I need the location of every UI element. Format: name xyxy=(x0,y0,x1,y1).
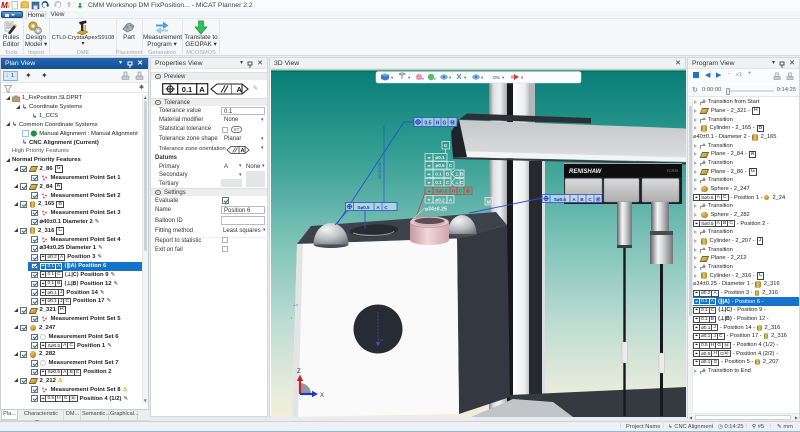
svg-text:Z: Z xyxy=(297,369,301,375)
svg-text:⌖: ⌖ xyxy=(427,172,431,178)
svg-text:A: A xyxy=(199,85,205,94)
svg-text:G: G xyxy=(443,121,447,127)
svg-text:M: M xyxy=(487,200,491,206)
svg-text:0%: 0% xyxy=(493,75,501,81)
svg-text:S⌀0.5: S⌀0.5 xyxy=(554,197,567,202)
svg-text:⌖: ⌖ xyxy=(427,180,431,186)
svg-text:A: A xyxy=(237,85,243,94)
svg-text:W0.5HGM: W0.5HGM xyxy=(378,162,382,179)
svg-text:X: X xyxy=(320,393,324,399)
svg-text:S⌀0.5: S⌀0.5 xyxy=(435,189,448,194)
svg-text:⌖: ⌖ xyxy=(427,198,431,204)
svg-text:▾: ▾ xyxy=(434,77,436,81)
svg-text:0.5: 0.5 xyxy=(425,121,432,127)
svg-text:⌀34±0.25: ⌀34±0.25 xyxy=(425,207,447,213)
svg-text:⌖: ⌖ xyxy=(427,189,431,195)
svg-text:H: H xyxy=(436,121,440,127)
svg-text:⌖: ⌖ xyxy=(427,155,431,161)
svg-text:⌀0.2: ⌀0.2 xyxy=(435,198,445,203)
svg-text:⌀0.5: ⌀0.5 xyxy=(435,163,445,168)
svg-text:▾: ▾ xyxy=(422,77,424,81)
svg-text:G: G xyxy=(444,143,448,148)
svg-text:S⌀0.5: S⌀0.5 xyxy=(357,205,370,210)
svg-text:⊥×: ⊥× xyxy=(293,303,298,307)
svg-text:0.1: 0.1 xyxy=(435,172,442,177)
svg-text:⌀0.1: ⌀0.1 xyxy=(435,155,445,160)
svg-text:⌖: ⌖ xyxy=(427,163,431,169)
svg-text:0.1: 0.1 xyxy=(435,180,442,185)
svg-text:Ⓜ: Ⓜ xyxy=(450,120,455,127)
svg-text:Ⓜ: Ⓜ xyxy=(596,196,601,203)
svg-text:0.1: 0.1 xyxy=(182,85,192,94)
svg-text:12: 12 xyxy=(380,338,384,342)
svg-text:FCR25: FCR25 xyxy=(667,169,678,173)
svg-text:A: A xyxy=(241,148,245,154)
svg-text:Ⓜ: Ⓜ xyxy=(466,188,471,195)
svg-text:RENISHAW: RENISHAW xyxy=(569,169,603,175)
